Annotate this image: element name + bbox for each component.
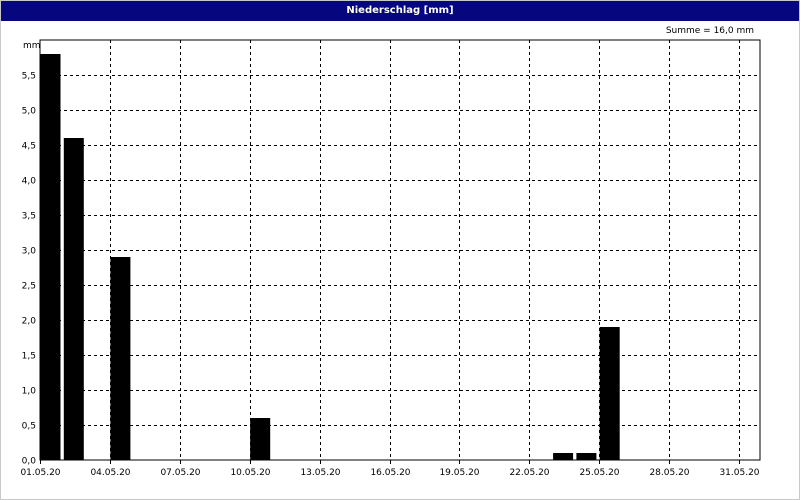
x-tick-label: 28.05.20	[649, 468, 689, 478]
x-tick-label: 07.05.20	[160, 468, 200, 478]
y-tick-label: 0,5	[22, 422, 36, 432]
y-tick-label: 0,0	[22, 457, 37, 467]
x-tick-label: 01.05.20	[20, 468, 60, 478]
x-tick-label: 04.05.20	[90, 468, 130, 478]
y-tick-label: 1,5	[22, 352, 36, 362]
bar	[40, 54, 61, 460]
bar	[250, 418, 271, 460]
bar	[110, 257, 131, 460]
y-tick-label: 5,0	[22, 107, 37, 117]
y-tick-label: 5,5	[22, 72, 36, 82]
bar	[63, 138, 84, 460]
bar	[576, 453, 597, 460]
x-tick-label: 16.05.20	[370, 468, 410, 478]
x-tick-label: 31.05.20	[719, 468, 759, 478]
x-tick-label: 13.05.20	[300, 468, 340, 478]
x-tick-label: 19.05.20	[439, 468, 479, 478]
precipitation-bar-chart: 0,0 0,5 1,0 1,5 2,0 2,5 3,0 3,5 4,0 4,5 5,0 5,5 01.0…	[20, 39, 761, 478]
x-tick-label: 25.05.20	[579, 468, 619, 478]
y-tick-label: 2,0	[22, 317, 37, 327]
y-tick-label: 4,5	[22, 142, 36, 152]
y-tick-label: 1,0	[22, 387, 37, 397]
bar	[599, 327, 620, 460]
x-tick-label: 22.05.20	[509, 468, 549, 478]
y-tick-label: 3,5	[22, 212, 36, 222]
y-tick-label: 4,0	[22, 177, 37, 187]
y-tick-label: 2,5	[22, 282, 36, 292]
y-tick-label: 3,0	[22, 247, 37, 257]
bar	[553, 453, 574, 460]
x-tick-label: 10.05.20	[230, 468, 270, 478]
